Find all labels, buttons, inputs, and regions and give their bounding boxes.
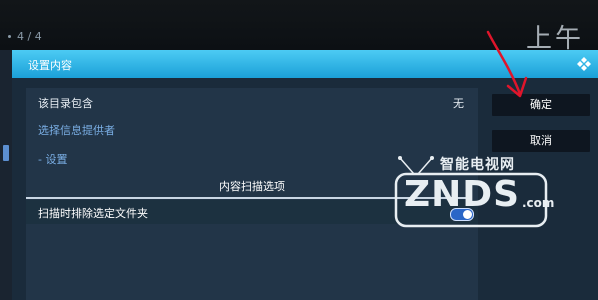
watermark-main-text: ZNDS (404, 174, 521, 215)
side-scroll-indicator[interactable] (3, 145, 9, 161)
kodi-logo-icon (577, 57, 591, 71)
watermark-top-text: 智能电视网 (440, 157, 515, 173)
red-arrow-annotation (486, 30, 528, 98)
bullet-icon (8, 35, 11, 38)
page-indicator: 4 / 4 (8, 30, 42, 43)
cancel-button[interactable]: 取消 (492, 130, 590, 152)
page-indicator-text: 4 / 4 (17, 30, 42, 43)
settings-item[interactable]: - 设置 (38, 151, 67, 167)
directory-contains-value: 无 (453, 97, 464, 110)
choose-info-provider-item[interactable]: 选择信息提供者 (38, 122, 115, 138)
exclude-folders-label: 扫描时排除选定文件夹 (38, 207, 148, 220)
watermark-dotcom-text: .com (522, 196, 555, 210)
znds-watermark-logo: 智能电视网 ZNDS .com (392, 154, 592, 254)
directory-contains-label[interactable]: 该目录包含 (38, 95, 93, 111)
dialog-title: 设置内容 (28, 59, 72, 72)
left-edge-panel (0, 50, 12, 300)
